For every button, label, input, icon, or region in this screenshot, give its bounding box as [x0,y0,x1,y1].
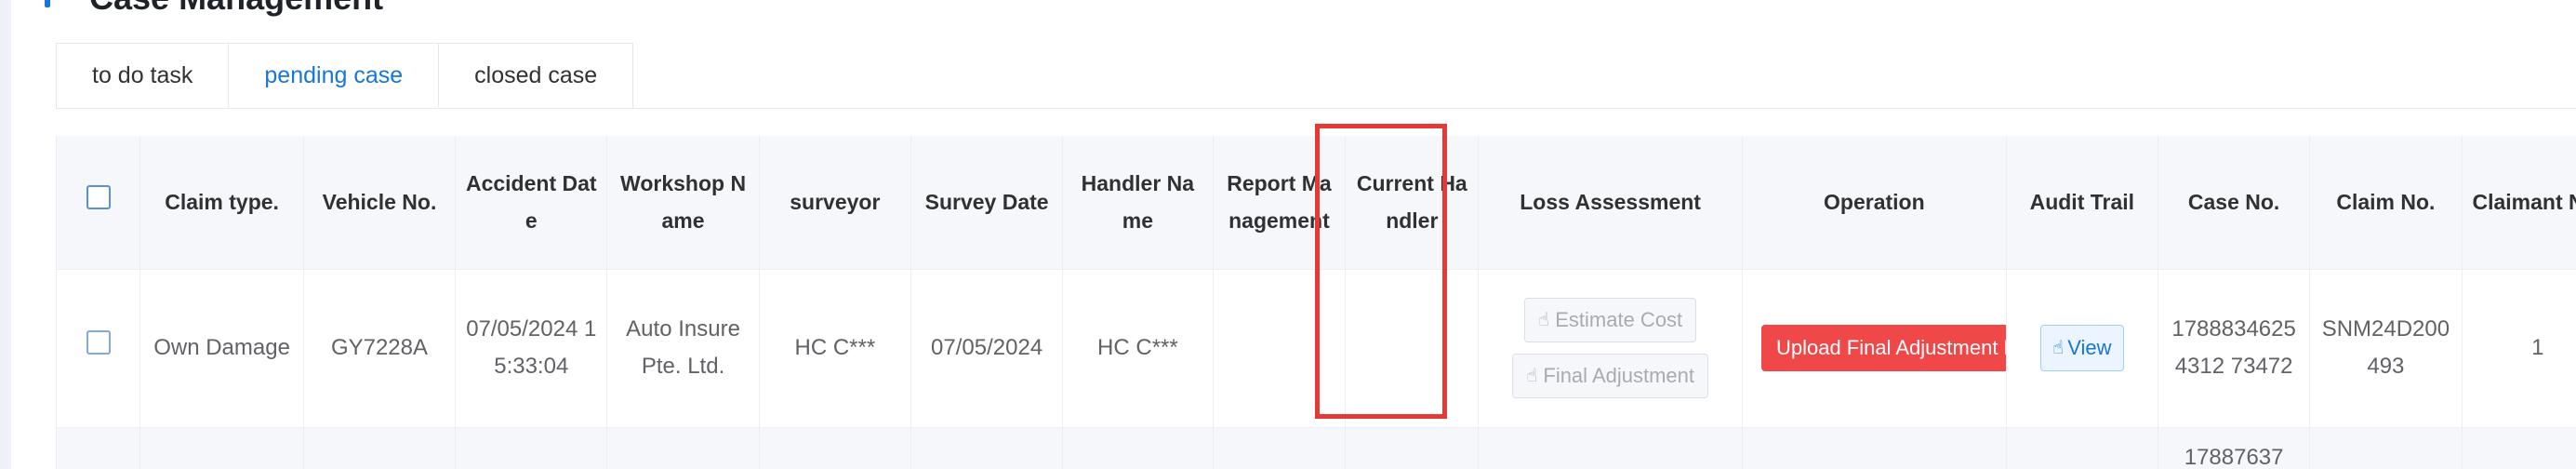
tab-to-do-task[interactable]: to do task [57,44,230,107]
header-loss-assessment: Loss Assessment [1478,136,1743,270]
header-claimant-no: Claimant No. [2462,136,2576,270]
case-table-container: Claim type. Vehicle No. Accident Date Wo… [56,136,2576,469]
cell-empty [455,427,608,469]
row-select-cell [57,269,141,428]
cell-report-management [1213,269,1347,428]
cell-empty [1742,427,2007,469]
cell-empty [759,427,911,469]
upload-final-adjustment-button[interactable]: Upload Final Adjustment Report [1760,325,2006,371]
hand-pointer-icon: ☝ [2052,338,2065,358]
header-handler-name: Handler Name [1062,136,1214,270]
cell-empty [303,427,457,469]
cell-empty [1062,427,1214,469]
header-current-handler: Current Handler [1345,136,1480,270]
hand-pointer-icon: ☝ [1526,366,1538,386]
cell-case-no: 17887637 [2158,427,2311,469]
header-audit-trail: Audit Trail [2006,136,2158,270]
row-checkbox[interactable] [86,330,111,355]
cell-empty [1213,427,1347,469]
cell-empty [910,427,1064,469]
case-tabs: to do task pending case closed case [56,43,634,108]
cell-surveyor: HC C*** [759,269,911,428]
tabs-divider [56,108,2576,109]
header-workshop-name: Workshop Name [606,136,760,270]
header-claim-type: Claim type. [139,136,304,270]
estimate-cost-button[interactable]: ☝ Estimate Cost [1524,298,1697,342]
cell-current-handler [1345,269,1480,428]
cell-workshop-name: Auto Insure Pte. Ltd. [606,269,760,428]
left-rail [0,0,11,469]
header-survey-date: Survey Date [910,136,1064,270]
cell-claim-no: SNM24D200493 [2309,269,2463,428]
page-title: Case Management [89,0,383,15]
cell-loss-assessment: ☝ Estimate Cost ☝ Final Adjustment [1478,269,1743,428]
hand-pointer-icon: ☝ [1538,310,1550,330]
header-claim-no: Claim No. [2309,136,2463,270]
cell-handler-name: HC C*** [1062,269,1214,428]
header-surveyor: surveyor [759,136,911,270]
header-accident-date: Accident Date [455,136,608,270]
header-operation: Operation [1742,136,2007,270]
cell-empty [1345,427,1480,469]
cell-empty [606,427,760,469]
header-vehicle-no: Vehicle No. [303,136,457,270]
cell-empty [2006,427,2158,469]
cell-claimant-no: 1 [2462,269,2576,428]
header-case-no: Case No. [2158,136,2311,270]
cell-accident-date: 07/05/2024 15:33:04 [455,269,608,428]
cell-claim-type: Own Damage [139,269,304,428]
tab-closed-case[interactable]: closed case [439,44,632,107]
row-select-cell [57,427,141,469]
cell-case-no: 17888346254312 73472 [2158,269,2311,428]
tab-pending-case[interactable]: pending case [229,44,440,107]
table-row: Own Damage GY7228A 07/05/2024 15:33:04 A… [57,269,2576,428]
table-row: 17887637 [57,427,2576,469]
view-label: View [2067,336,2112,359]
cell-empty [2309,427,2463,469]
cell-audit-trail: ☝ View [2006,269,2158,428]
view-audit-button[interactable]: ☝ View [2040,325,2124,371]
final-adjustment-button[interactable]: ☝ Final Adjustment [1512,354,1709,398]
cell-vehicle-no: GY7228A [303,269,457,428]
select-all-cell [57,136,141,270]
title-marker [45,0,50,7]
cell-survey-date: 07/05/2024 [910,269,1064,428]
final-adjustment-label: Final Adjustment [1543,364,1695,387]
select-all-checkbox[interactable] [86,185,111,210]
cell-operation: Upload Final Adjustment Report [1742,269,2007,428]
table-header-row: Claim type. Vehicle No. Accident Date Wo… [57,136,2576,270]
case-table: Claim type. Vehicle No. Accident Date Wo… [57,136,2576,469]
estimate-cost-label: Estimate Cost [1555,308,1683,331]
header-report-management: Report Management [1213,136,1347,270]
cell-empty [2462,427,2576,469]
cell-empty [139,427,304,469]
cell-empty [1478,427,1743,469]
